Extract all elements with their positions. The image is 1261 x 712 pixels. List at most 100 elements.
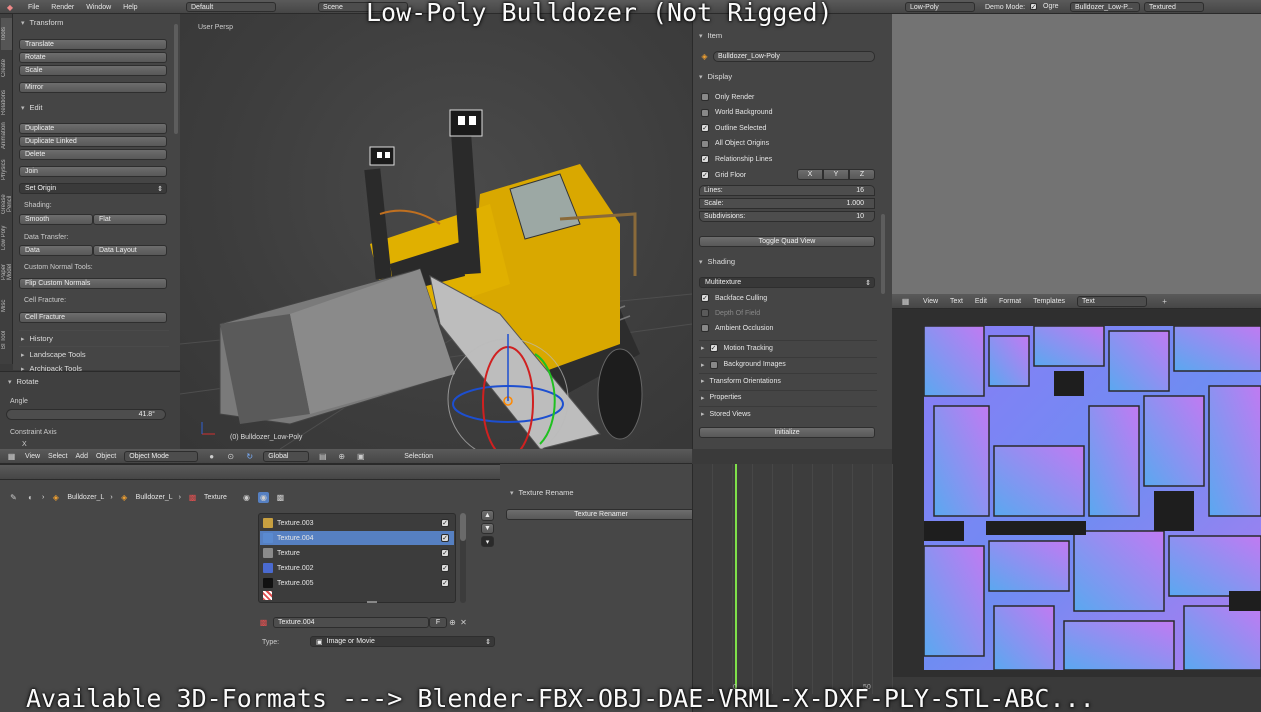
scale-button[interactable]: Scale: [19, 65, 167, 76]
display-option-checkbox[interactable]: [701, 108, 709, 117]
editor-type-icon[interactable]: ▦: [900, 296, 911, 307]
npanel-scrollbar[interactable]: [881, 214, 885, 294]
ogre-toggle[interactable]: ✓ Ogre: [1030, 3, 1059, 11]
menu-render[interactable]: Render: [51, 4, 74, 11]
grid-floor-checkbox[interactable]: ✓: [701, 171, 709, 179]
toggle-quad-view-button[interactable]: Toggle Quad View: [699, 236, 875, 247]
list-resize-handle[interactable]: [367, 601, 377, 603]
join-button[interactable]: Join: [19, 166, 167, 177]
material-texture-icon[interactable]: ◉: [257, 492, 269, 503]
collapsed-panel-2[interactable]: ▸ Transform Orientations: [699, 373, 877, 388]
display-option-checkbox[interactable]: ✓: [701, 124, 709, 132]
set-origin-dropdown[interactable]: Set Origin ⇕: [19, 183, 167, 194]
translate-button[interactable]: Translate: [19, 39, 167, 50]
ambient-checkbox[interactable]: [701, 324, 709, 332]
tool-tab-7[interactable]: Paper Model: [1, 256, 12, 288]
text-menu-templates[interactable]: Templates: [1033, 298, 1065, 305]
blender-icon[interactable]: ◆: [4, 2, 16, 12]
text-menu-format[interactable]: Format: [999, 298, 1021, 305]
history-panel-header[interactable]: History: [21, 334, 53, 343]
display-option-checkbox[interactable]: [701, 139, 709, 148]
tool-tab-6[interactable]: Low Poly: [1, 222, 12, 254]
ogre-checkbox[interactable]: ✓: [1030, 3, 1037, 11]
shading-sphere-icon[interactable]: ●: [206, 451, 217, 462]
texture-list-item[interactable]: Texture ✓: [260, 546, 454, 560]
viewport-menu-object[interactable]: Object: [96, 453, 116, 460]
menu-file[interactable]: File: [28, 4, 39, 11]
viewport-menu-add[interactable]: Add: [76, 453, 88, 460]
tool-tab-2[interactable]: Relations: [1, 86, 12, 118]
mirror-button[interactable]: Mirror: [19, 82, 167, 93]
orientation-selector[interactable]: Global: [263, 450, 310, 462]
texture-list-item[interactable]: Texture.002 ✓: [260, 561, 454, 575]
display-panel-header[interactable]: Display: [699, 72, 733, 81]
axis-y-toggle[interactable]: Y: [823, 169, 849, 180]
text-menu-edit[interactable]: Edit: [975, 298, 987, 305]
viewport-menu-view[interactable]: View: [25, 453, 40, 460]
subdivisions-field[interactable]: Subdivisions: 10: [699, 211, 875, 222]
snap-icon[interactable]: ⊕: [336, 451, 347, 462]
pivot-icon[interactable]: ⊙: [225, 451, 236, 462]
menu-window[interactable]: Window: [86, 4, 111, 11]
depth-checkbox[interactable]: [701, 309, 709, 317]
pin-icon[interactable]: ✎: [8, 492, 19, 503]
other-texture-icon[interactable]: ▩: [275, 492, 286, 503]
mode-selector[interactable]: Object Mode: [124, 450, 199, 462]
panel-enable-checkbox[interactable]: [709, 360, 718, 369]
render-icon[interactable]: ▣: [355, 451, 366, 462]
texture-enabled-checkbox[interactable]: ✓: [441, 579, 449, 587]
add-texture-icon[interactable]: ⊕: [447, 617, 458, 628]
workspace-tab-right[interactable]: Low-Poly: [905, 2, 975, 12]
panel-enable-checkbox[interactable]: ✓: [709, 344, 718, 352]
remove-texture-icon[interactable]: ✕: [458, 617, 469, 628]
viewport-3d[interactable]: User Persp (0) Bulldozer_Low-Poly: [180, 14, 692, 449]
transform-panel-header[interactable]: Transform: [21, 18, 64, 27]
duplicate-linked-button[interactable]: Duplicate Linked: [19, 136, 167, 147]
collapsed-panel-1[interactable]: ▸ Background Images: [699, 356, 877, 372]
scale-field[interactable]: Scale: 1.000: [699, 198, 875, 209]
delete-button[interactable]: Delete: [19, 149, 167, 160]
texture-rename-header[interactable]: Texture Rename: [510, 488, 574, 497]
texture-enabled-checkbox[interactable]: ✓: [441, 564, 449, 572]
breadcrumb-mesh[interactable]: Bulldozer_L: [136, 494, 173, 501]
data-layout-button[interactable]: Data Layout: [93, 245, 167, 256]
breadcrumb-texture[interactable]: Texture: [204, 494, 227, 501]
tool-tab-1[interactable]: Create: [1, 52, 12, 84]
display-option-checkbox[interactable]: ✓: [701, 155, 709, 163]
world-texture-icon[interactable]: ◉: [241, 492, 252, 503]
texture-slot-empty-icon[interactable]: [263, 591, 272, 600]
item-panel-header[interactable]: Item: [699, 31, 723, 40]
menu-help[interactable]: Help: [123, 4, 137, 11]
texture-browse-icon[interactable]: ▩: [258, 617, 269, 628]
manipulator-icon[interactable]: ↻: [244, 451, 255, 462]
texture-renamer-button[interactable]: Texture Renamer: [506, 509, 696, 520]
new-text-icon[interactable]: +: [1159, 296, 1170, 307]
collapsed-panel-0[interactable]: ▸ ✓ Motion Tracking: [699, 340, 877, 355]
breadcrumb-object[interactable]: Bulldozer_L: [67, 494, 104, 501]
shading-selector[interactable]: Textured: [1144, 2, 1204, 12]
data-button[interactable]: Data: [19, 245, 93, 256]
shelf-scrollbar[interactable]: [174, 24, 178, 134]
smooth-button[interactable]: Smooth: [19, 214, 93, 225]
duplicate-button[interactable]: Duplicate: [19, 123, 167, 134]
lines-field[interactable]: Lines: 16: [699, 185, 875, 196]
fake-user-toggle[interactable]: F: [429, 617, 447, 628]
constraint-x-label[interactable]: X: [22, 441, 27, 448]
object-selector[interactable]: Bulldozer_Low-P...: [1070, 2, 1140, 12]
texture-list-item[interactable]: Texture.003 ✓: [260, 516, 454, 530]
edit-panel-header[interactable]: Edit: [21, 103, 43, 112]
initialize-button[interactable]: Initialize: [699, 427, 875, 438]
texture-name-field[interactable]: Texture.004: [273, 617, 429, 628]
collapsed-panel-3[interactable]: ▸ Properties: [699, 389, 877, 405]
move-up-button[interactable]: ▲: [481, 510, 494, 521]
editor-type-icon[interactable]: ▦: [6, 451, 17, 462]
scroll-thumb[interactable]: [460, 513, 466, 541]
texture-type-dropdown[interactable]: ▣ Image or Movie ⇕: [310, 636, 495, 647]
backface-checkbox[interactable]: ✓: [701, 294, 709, 302]
shading-panel-header[interactable]: Shading: [699, 257, 736, 266]
shading-mode-dropdown[interactable]: Multitexture ⇕: [699, 277, 875, 288]
tool-tab-9[interactable]: BI Tool: [1, 324, 12, 356]
landscape-panel-header[interactable]: Landscape Tools: [21, 350, 86, 359]
tool-tab-5[interactable]: Grease Pencil: [1, 188, 12, 220]
object-name-field[interactable]: Bulldozer_Low-Poly: [713, 51, 875, 62]
